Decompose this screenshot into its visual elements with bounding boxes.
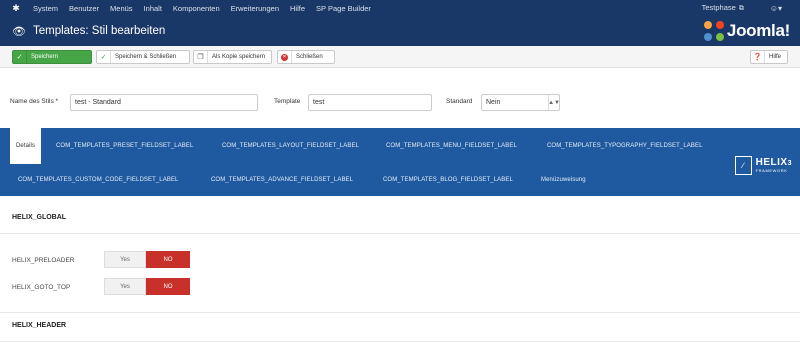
helix-logo-text: HELIX3 bbox=[756, 157, 792, 168]
tab-custom-code[interactable]: COM_TEMPLATES_CUSTOM_CODE_FIELDSET_LABEL bbox=[18, 177, 179, 183]
save-icon: ✓ bbox=[13, 51, 27, 63]
section-helix-global: HELIX_GLOBAL bbox=[0, 196, 800, 234]
helix-logo-icon: ∕ bbox=[734, 155, 752, 175]
section-title-global: HELIX_GLOBAL bbox=[12, 214, 67, 221]
joomla-mini-icon[interactable]: ✱ bbox=[9, 0, 23, 16]
toolbar: ✓ Speichern ✓ Speichern & Schließen ❐ Al… bbox=[0, 46, 800, 68]
close-button-label: Schließen bbox=[296, 54, 323, 60]
field-row-goto-top: HELIX_GOTO_TOP Yes NO bbox=[0, 278, 800, 298]
helix-version: 3 bbox=[787, 160, 792, 167]
preloader-yes-option[interactable]: Yes bbox=[104, 251, 146, 268]
close-button[interactable]: ✕ Schließen bbox=[277, 50, 335, 64]
helix-tagline: FRAMEWORK bbox=[755, 168, 788, 173]
admin-top-nav: ✱ System Benutzer Menüs Inhalt Komponent… bbox=[0, 0, 800, 16]
menu-item-sp-page-builder[interactable]: SP Page Builder bbox=[316, 4, 371, 13]
tab-panel: Details COM_TEMPLATES_PRESET_FIELDSET_LA… bbox=[0, 128, 800, 196]
goto-top-yes-option[interactable]: Yes bbox=[104, 278, 146, 295]
tab-menu[interactable]: COM_TEMPLATES_MENU_FIELDSET_LABEL bbox=[386, 143, 517, 149]
save-close-button[interactable]: ✓ Speichern & Schließen bbox=[96, 50, 190, 64]
menu-item-components[interactable]: Komponenten bbox=[173, 4, 220, 13]
check-icon: ✓ bbox=[97, 51, 111, 63]
external-link-icon: ⧉ bbox=[738, 5, 744, 12]
default-label: Standard bbox=[446, 98, 473, 105]
menu-item-system[interactable]: System bbox=[33, 4, 58, 13]
section-title-header: HELIX_HEADER bbox=[12, 322, 67, 329]
style-name-input[interactable]: test - Standard bbox=[70, 94, 258, 111]
menu-item-content[interactable]: Inhalt bbox=[144, 4, 162, 13]
style-form-row: Name des Stils * test - Standard Templat… bbox=[0, 92, 800, 112]
topnav-right: Testphase ⧉ ☺▾ bbox=[702, 0, 800, 16]
tab-preset[interactable]: COM_TEMPLATES_PRESET_FIELDSET_LABEL bbox=[56, 143, 193, 149]
joomla-logo: Joomla! bbox=[703, 20, 790, 42]
preloader-no-option[interactable]: NO bbox=[146, 251, 190, 268]
joomla-logo-text: Joomla! bbox=[726, 21, 790, 40]
field-label-preloader: HELIX_PRELOADER bbox=[12, 257, 75, 264]
joomla-logo-icon bbox=[703, 21, 724, 41]
tab-details[interactable]: Details bbox=[10, 128, 42, 164]
menu-item-extensions[interactable]: Erweiterungen bbox=[231, 4, 279, 13]
site-link-label: Testphase bbox=[701, 3, 736, 12]
section-helix-header: HELIX_HEADER bbox=[0, 312, 800, 342]
help-button-label: Hilfe bbox=[769, 54, 782, 60]
helix-name: HELIX bbox=[755, 157, 788, 168]
help-button[interactable]: ❓ Hilfe bbox=[750, 50, 788, 64]
style-name-label: Name des Stils * bbox=[10, 98, 59, 105]
site-link[interactable]: Testphase ⧉ bbox=[702, 3, 744, 13]
preloader-toggle[interactable]: Yes NO bbox=[104, 251, 190, 268]
save-button[interactable]: ✓ Speichern bbox=[12, 50, 92, 64]
helix-logo-words: HELIX3 FRAMEWORK bbox=[756, 157, 792, 173]
copy-icon: ❐ bbox=[194, 51, 208, 63]
field-label-goto-top: HELIX_GOTO_TOP bbox=[12, 284, 71, 291]
save-copy-button-label: Als Kopie speichern bbox=[212, 54, 266, 60]
template-label: Template bbox=[274, 98, 301, 105]
page-header: 👁 Templates: Stil bearbeiten Joomla! bbox=[0, 16, 800, 46]
close-icon: ✕ bbox=[278, 51, 292, 63]
page-title: Templates: Stil bearbeiten bbox=[32, 25, 166, 37]
tab-menu-assignment[interactable]: Menüzuweisung bbox=[541, 177, 586, 183]
default-select-value: Nein bbox=[486, 99, 501, 106]
save-close-button-label: Speichern & Schließen bbox=[115, 54, 177, 60]
admin-menu: System Benutzer Menüs Inhalt Komponenten… bbox=[33, 4, 382, 13]
menu-item-help[interactable]: Hilfe bbox=[290, 4, 305, 13]
goto-top-toggle[interactable]: Yes NO bbox=[104, 278, 190, 295]
template-input[interactable]: test bbox=[308, 94, 432, 111]
eye-icon: 👁 bbox=[12, 25, 26, 38]
menu-item-menus[interactable]: Menüs bbox=[110, 4, 133, 13]
save-copy-button[interactable]: ❐ Als Kopie speichern bbox=[193, 50, 272, 64]
menu-item-users[interactable]: Benutzer bbox=[69, 4, 99, 13]
field-row-preloader: HELIX_PRELOADER Yes NO bbox=[0, 251, 800, 271]
tab-typography[interactable]: COM_TEMPLATES_TYPOGRAPHY_FIELDSET_LABEL bbox=[547, 143, 703, 149]
user-icon[interactable]: ☺▾ bbox=[770, 4, 782, 13]
tab-advance[interactable]: COM_TEMPLATES_ADVANCE_FIELDSET_LABEL bbox=[211, 177, 353, 183]
tab-layout[interactable]: COM_TEMPLATES_LAYOUT_FIELDSET_LABEL bbox=[222, 143, 359, 149]
select-caret-icon: ▲▼ bbox=[548, 95, 560, 110]
save-button-label: Speichern bbox=[31, 54, 59, 60]
goto-top-no-option[interactable]: NO bbox=[146, 278, 190, 295]
helix-logo: ∕ HELIX3 FRAMEWORK bbox=[734, 150, 792, 180]
tab-blog[interactable]: COM_TEMPLATES_BLOG_FIELDSET_LABEL bbox=[383, 177, 513, 183]
help-icon: ❓ bbox=[751, 51, 765, 63]
default-select[interactable]: Nein ▲▼ bbox=[481, 94, 560, 111]
